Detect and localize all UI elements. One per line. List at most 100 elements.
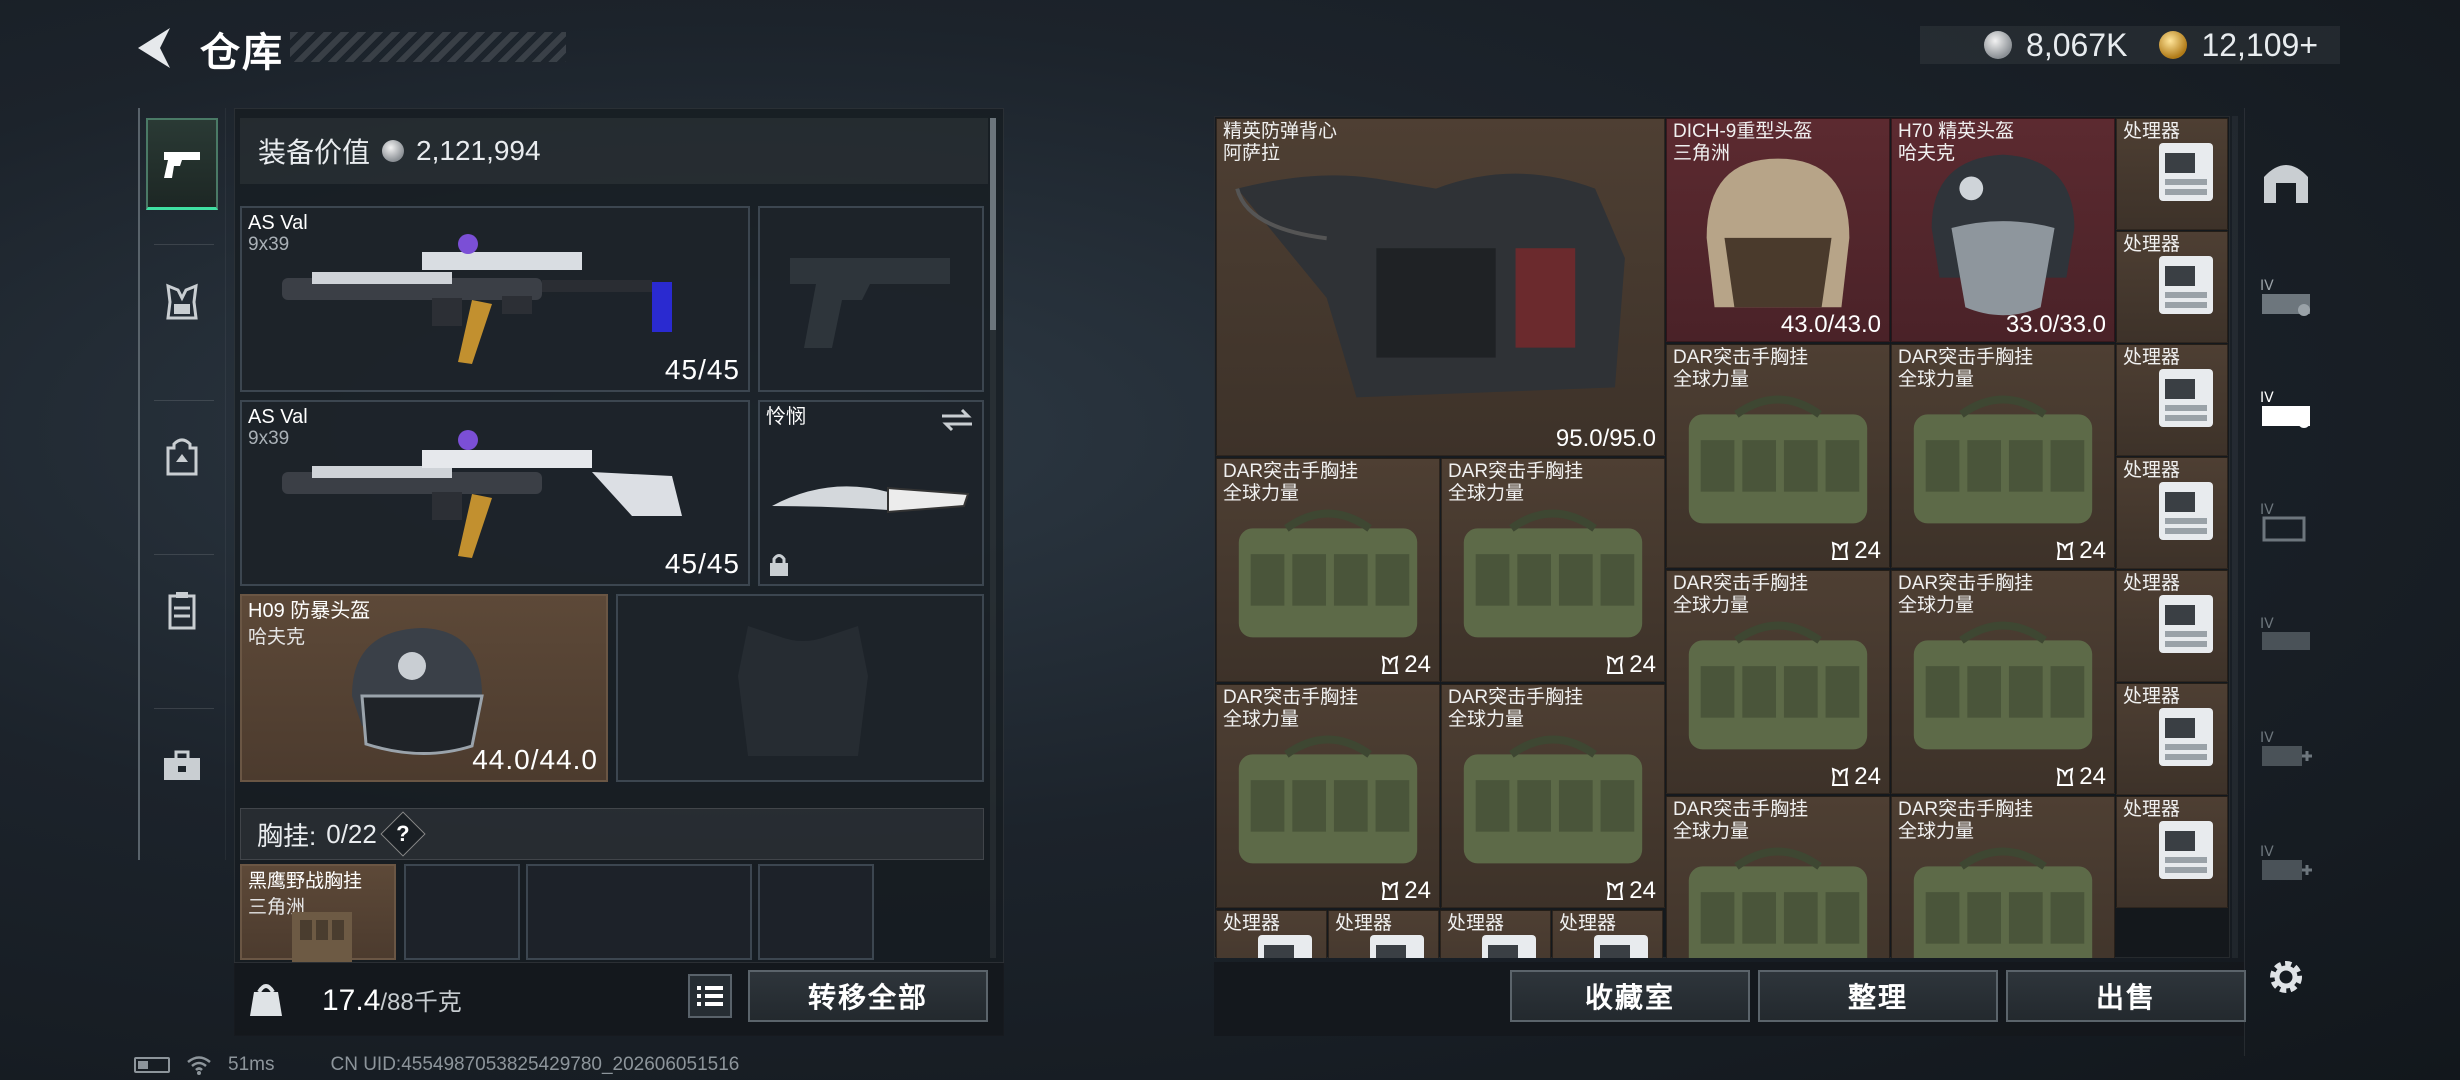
tab-chest-rig[interactable] xyxy=(146,256,218,348)
processor-image xyxy=(2159,369,2213,427)
gear-icon xyxy=(2270,961,2302,993)
equipment-value-label: 装备价值 xyxy=(258,137,371,168)
storage-item-processor[interactable]: 处理器 xyxy=(2116,796,2228,908)
storage-item-helmet[interactable]: H70 精英头盔 哈夫克 33.0/33.0 xyxy=(1891,118,2115,342)
storage-item-processor[interactable]: 处理器 xyxy=(1328,910,1439,958)
chest-rig-icon xyxy=(2057,541,2074,560)
storage-item-chest-rig[interactable]: DAR突击手胸挂全球力量 24 xyxy=(1891,344,2115,568)
helmet-durability: 44.0/44.0 xyxy=(472,744,598,775)
storage-item-chest-rig[interactable]: DAR突击手胸挂全球力量24 xyxy=(1666,344,1890,568)
sidearm-slot[interactable] xyxy=(758,206,984,392)
tab-pouch[interactable] xyxy=(146,564,218,656)
storage-item-chest-rig[interactable]: DAR突击手胸挂全球力量24 xyxy=(1441,684,1665,908)
storage-item-processor[interactable]: 处理器 xyxy=(2116,231,2228,343)
item-capacity: 24 xyxy=(1380,877,1431,905)
item-capacity: 24 xyxy=(1830,537,1881,565)
status-bar: 51ms CN UID:4554987053825429780_20260605… xyxy=(134,1054,739,1076)
list-icon xyxy=(697,986,723,1006)
back-arrow-icon[interactable] xyxy=(130,22,182,74)
pouch-icon xyxy=(168,592,196,630)
armor-slot[interactable] xyxy=(616,594,984,782)
storage-item-chest-rig[interactable]: DAR突击手胸挂全球力量24 xyxy=(1891,570,2115,794)
currency-bar[interactable]: 8,067K 12,109+ xyxy=(1920,26,2340,64)
ping-value: 51ms xyxy=(228,1054,275,1075)
item-capacity: 24 xyxy=(1605,651,1656,679)
chest-rig-icon xyxy=(1607,881,1624,900)
chest-rig-slot[interactable] xyxy=(526,864,752,960)
transfer-all-button[interactable]: 转移全部 xyxy=(748,970,988,1022)
battery-icon xyxy=(134,1057,170,1073)
ammo-count: 45/45 xyxy=(664,354,740,385)
helmet-brand: 哈夫克 xyxy=(248,627,306,648)
storage-item-processor[interactable]: 处理器 xyxy=(1216,910,1327,958)
silver-coin-icon xyxy=(382,140,405,162)
storage-side-toolbar: IV IV IV IV IV IV xyxy=(2244,108,2326,1056)
organize-button[interactable]: 整理 xyxy=(1758,970,1998,1022)
swap-icon[interactable] xyxy=(940,408,974,432)
secondary-weapon-slot[interactable]: AS Val 9x39 45/45 xyxy=(240,400,750,586)
tab-backpack[interactable] xyxy=(146,410,218,502)
item-capacity: 24 xyxy=(1830,763,1881,791)
user-uid: CN UID:4554987053825429780_202606051516 xyxy=(330,1054,740,1075)
storage-tab-5[interactable]: IV xyxy=(2255,718,2317,780)
storage-item-processor[interactable]: 处理器 xyxy=(1552,910,1663,958)
silver-currency-value: 8,067K xyxy=(2026,26,2128,63)
storage-item-chest-rig[interactable]: DAR突击手胸挂全球力量24 xyxy=(1216,684,1440,908)
storage-item-chest-rig[interactable]: DAR突击手胸挂全球力量24 xyxy=(1666,796,1890,958)
storage-item-processor[interactable]: 处理器 xyxy=(2116,683,2228,795)
storage-item-helmet[interactable]: DICH-9重型头盔 三角洲 43.0/43.0 xyxy=(1666,118,1890,342)
chest-rig-item[interactable]: 黑鹰野战胸挂 三角洲 xyxy=(240,864,396,962)
tab-case[interactable] xyxy=(146,720,218,812)
storage-item-chest-rig[interactable]: DAR突击手胸挂全球力量24 xyxy=(1441,458,1665,682)
melee-slot[interactable]: 怜悯 xyxy=(758,400,984,586)
chest-rig-bar: 胸挂: 0/22 ? xyxy=(240,808,984,860)
storage-tab-1[interactable]: IV xyxy=(2255,266,2317,328)
storage-tab-2-active[interactable]: IV xyxy=(2255,378,2317,440)
storage-item-processor[interactable]: 处理器 xyxy=(2116,344,2228,456)
item-name: 处理器 xyxy=(1223,913,1281,934)
storage-scroll-track[interactable] xyxy=(2232,116,2238,958)
storage-item-processor[interactable]: 处理器 xyxy=(2116,457,2228,569)
item-capacity: 24 xyxy=(2055,537,2106,565)
equipment-scrollbar[interactable] xyxy=(990,118,996,330)
storage-tab-6[interactable]: IV xyxy=(2255,832,2317,894)
chest-rig-name: 黑鹰野战胸挂 xyxy=(248,871,363,892)
storage-item-vest[interactable]: 精英防弹背心 阿萨拉 95.0/95.0 xyxy=(1216,118,1665,456)
equipment-value-bar: 装备价值 2,121,994 xyxy=(240,118,988,184)
list-view-button[interactable] xyxy=(688,974,732,1018)
backpack-icon xyxy=(166,438,198,476)
settings-button[interactable] xyxy=(2255,946,2317,1008)
item-name: DAR突击手胸挂 全球力量 xyxy=(1223,461,1359,504)
silver-coin-icon xyxy=(1984,31,2013,59)
chest-rig-label: 胸挂: xyxy=(257,820,317,851)
storage-tab-3[interactable]: IV xyxy=(2255,490,2317,552)
storage-item-processor[interactable]: 处理器 xyxy=(1440,910,1551,958)
chest-rig-icon xyxy=(1607,655,1624,674)
tab-weapons[interactable] xyxy=(146,118,218,210)
chest-rig-slot[interactable] xyxy=(404,864,520,960)
storage-item-processor[interactable]: 处理器 xyxy=(2116,570,2228,682)
svg-text:IV: IV xyxy=(2260,730,2274,746)
help-icon[interactable]: ? xyxy=(380,811,426,857)
medkit-expansion-icon: IV xyxy=(2260,730,2312,766)
item-durability: 43.0/43.0 xyxy=(1780,311,1881,338)
storage-item-processor[interactable]: 处理器 xyxy=(2116,118,2228,230)
collection-room-button[interactable]: 收藏室 xyxy=(1510,970,1750,1022)
storage-expansion-icon: IV xyxy=(2260,390,2310,428)
item-name: 处理器 xyxy=(2123,799,2181,820)
primary-weapon-slot[interactable]: AS Val 9x39 45/45 xyxy=(240,206,750,392)
storage-tab-all[interactable] xyxy=(2255,150,2317,212)
storage-item-chest-rig[interactable]: DAR突击手胸挂全球力量24 xyxy=(1666,570,1890,794)
storage-tab-4[interactable]: IV xyxy=(2255,604,2317,666)
chest-rig-slot[interactable] xyxy=(758,864,874,960)
sell-button[interactable]: 出售 xyxy=(2006,970,2246,1022)
item-name: DAR突击手胸挂 全球力量 xyxy=(1898,347,2034,390)
storage-item-chest-rig[interactable]: DAR突击手胸挂全球力量24 xyxy=(1891,796,2115,958)
chest-rig-icon xyxy=(2057,767,2074,786)
storage-item-chest-rig[interactable]: DAR突击手胸挂全球力量24 xyxy=(1216,458,1440,682)
processor-image xyxy=(2159,595,2213,653)
rifle-image xyxy=(282,430,682,558)
item-name: 处理器 xyxy=(2123,347,2181,368)
chest-rig-icon xyxy=(1832,541,1849,560)
helmet-slot[interactable]: H09 防暴头盔 哈夫克 44.0/44.0 xyxy=(240,594,608,782)
